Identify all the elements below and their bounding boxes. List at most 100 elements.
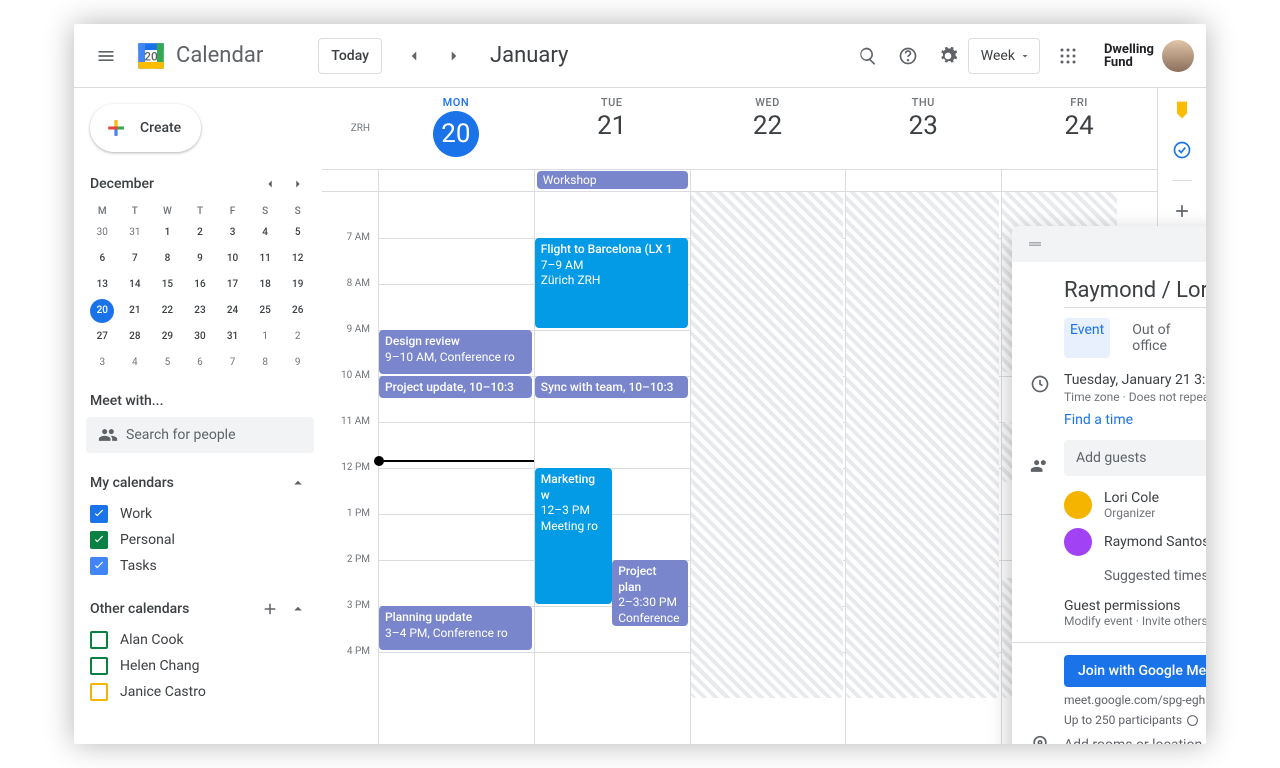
mini-cal-day[interactable]: 21 [123, 299, 147, 323]
allday-cell[interactable] [690, 170, 846, 191]
mini-cal-day[interactable]: 30 [90, 221, 114, 245]
mini-cal-day[interactable]: 6 [90, 247, 114, 271]
mini-cal-day[interactable]: 8 [155, 247, 179, 271]
calendar-event[interactable]: Design review9–10 AM, Conference ro [379, 330, 532, 374]
mini-cal-day[interactable]: 20 [90, 299, 114, 323]
mini-cal-day[interactable]: 17 [221, 273, 245, 297]
mini-cal-day[interactable]: 25 [253, 299, 277, 323]
mini-calendar[interactable]: MTWTFSS303112345678910111213141516171819… [86, 204, 314, 375]
create-button[interactable]: Create [90, 104, 201, 152]
keep-icon[interactable] [1172, 100, 1192, 120]
suggested-times-button[interactable]: Suggested times [1064, 560, 1206, 592]
event-type-tab[interactable]: Out of office [1126, 318, 1206, 358]
calendar-item[interactable]: Work [86, 501, 314, 527]
mini-cal-day[interactable]: 31 [123, 221, 147, 245]
allday-cell[interactable] [378, 170, 534, 191]
calendar-event[interactable]: Flight to Barcelona (LX 17–9 AM Zürich Z… [535, 238, 688, 328]
mini-cal-day[interactable]: 4 [123, 351, 147, 375]
event-datetime[interactable]: Tuesday, January 21 3:30 PM – 4:00 PM [1064, 372, 1206, 388]
day-header[interactable]: WED22 [690, 88, 846, 169]
calendar-event[interactable]: Project plan2–3:30 PM Conference [612, 560, 687, 626]
day-header[interactable]: TUE21 [534, 88, 690, 169]
add-calendar-button[interactable] [258, 597, 282, 621]
mini-cal-day[interactable]: 24 [221, 299, 245, 323]
calendar-item[interactable]: Helen Chang [86, 653, 314, 679]
mini-cal-day[interactable]: 14 [123, 273, 147, 297]
search-button[interactable] [848, 36, 888, 76]
mini-cal-day[interactable]: 30 [188, 325, 212, 349]
add-addon-button[interactable] [1172, 201, 1192, 221]
calendar-item[interactable]: Personal [86, 527, 314, 553]
mini-cal-day[interactable]: 13 [90, 273, 114, 297]
mini-cal-day[interactable]: 7 [221, 351, 245, 375]
find-time-link[interactable]: Find a time [1064, 412, 1133, 428]
mini-cal-day[interactable]: 5 [155, 351, 179, 375]
mini-cal-day[interactable]: 9 [286, 351, 310, 375]
mini-cal-day[interactable]: 28 [123, 325, 147, 349]
mini-cal-day[interactable]: 3 [221, 221, 245, 245]
mini-cal-day[interactable]: 11 [253, 247, 277, 271]
mini-cal-day[interactable]: 1 [253, 325, 277, 349]
add-location-input[interactable]: Add rooms or location [1064, 737, 1202, 744]
day-header[interactable]: THU23 [845, 88, 1001, 169]
mini-cal-day[interactable]: 15 [155, 273, 179, 297]
mini-cal-day[interactable]: 2 [188, 221, 212, 245]
calendar-item[interactable]: Alan Cook [86, 627, 314, 653]
mini-next-button[interactable] [286, 172, 310, 196]
add-guests-input[interactable]: Add guests [1064, 440, 1206, 476]
mini-cal-day[interactable]: 26 [286, 299, 310, 323]
mini-cal-day[interactable]: 19 [286, 273, 310, 297]
calendar-item[interactable]: Janice Castro [86, 679, 314, 705]
mini-cal-day[interactable]: 8 [253, 351, 277, 375]
day-column[interactable]: Design review9–10 AM, Conference roProje… [378, 192, 534, 744]
menu-button[interactable] [86, 36, 126, 76]
join-meet-button[interactable]: Join with Google Meet [1064, 655, 1206, 687]
calendar-event[interactable]: Sync with team, 10–10:3 [535, 376, 688, 398]
guest-row[interactable]: Raymond Santos [1064, 524, 1206, 560]
mini-cal-day[interactable]: 22 [155, 299, 179, 323]
mini-cal-day[interactable]: 2 [286, 325, 310, 349]
drag-handle-icon[interactable] [1026, 235, 1044, 253]
mini-cal-day[interactable]: 27 [90, 325, 114, 349]
apps-button[interactable] [1048, 36, 1088, 76]
account-switcher[interactable]: Dwelling Fund [1104, 40, 1194, 72]
allday-cell[interactable] [1001, 170, 1157, 191]
people-search-input[interactable]: Search for people [86, 417, 314, 453]
mini-cal-day[interactable]: 12 [286, 247, 310, 271]
today-button[interactable]: Today [318, 38, 382, 74]
other-calendars-toggle[interactable] [286, 597, 310, 621]
mini-cal-day[interactable]: 4 [253, 221, 277, 245]
day-column[interactable] [845, 192, 1001, 744]
event-title-input[interactable]: Raymond / Lori [1064, 270, 1206, 308]
mini-cal-day[interactable]: 1 [155, 221, 179, 245]
mini-cal-day[interactable]: 10 [221, 247, 245, 271]
mini-cal-day[interactable]: 23 [188, 299, 212, 323]
day-column[interactable]: Flight to Barcelona (LX 17–9 AM Zürich Z… [534, 192, 690, 744]
mini-cal-day[interactable]: 3 [90, 351, 114, 375]
prev-week-button[interactable] [394, 36, 434, 76]
next-week-button[interactable] [434, 36, 474, 76]
day-column[interactable] [690, 192, 846, 744]
day-header[interactable]: FRI24 [1001, 88, 1157, 169]
mini-cal-day[interactable]: 29 [155, 325, 179, 349]
mini-cal-day[interactable]: 5 [286, 221, 310, 245]
mini-cal-day[interactable]: 6 [188, 351, 212, 375]
mini-cal-day[interactable]: 31 [221, 325, 245, 349]
mini-cal-day[interactable]: 18 [253, 273, 277, 297]
guest-row[interactable]: Lori ColeOrganizer [1064, 486, 1206, 524]
help-button[interactable] [888, 36, 928, 76]
tasks-icon[interactable] [1172, 140, 1192, 160]
day-header[interactable]: MON20 [378, 88, 534, 169]
event-type-tab[interactable]: Event [1064, 318, 1110, 358]
mini-cal-day[interactable]: 16 [188, 273, 212, 297]
mini-prev-button[interactable] [258, 172, 282, 196]
calendar-event[interactable]: Planning update3–4 PM, Conference ro [379, 606, 532, 650]
calendar-event[interactable]: Project update, 10–10:3 [379, 376, 532, 398]
allday-event[interactable]: Workshop [537, 171, 688, 189]
calendar-item[interactable]: Tasks [86, 553, 314, 579]
mini-cal-day[interactable]: 9 [188, 247, 212, 271]
my-calendars-toggle[interactable] [286, 471, 310, 495]
settings-button[interactable] [928, 36, 968, 76]
calendar-event[interactable]: Marketing w12–3 PM Meeting ro [535, 468, 612, 604]
mini-cal-day[interactable]: 7 [123, 247, 147, 271]
